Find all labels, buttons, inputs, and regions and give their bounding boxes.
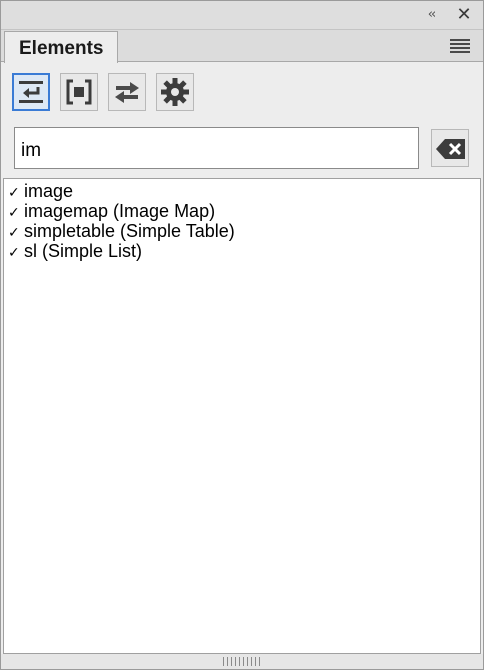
clear-search-button[interactable] — [431, 129, 469, 167]
results-list: ✓ image ✓ imagemap (Image Map) ✓ simpletabl… — [3, 178, 481, 654]
list-item-label: sl (Simple List) — [24, 241, 143, 261]
list-item[interactable]: ✓ imagemap (Image Map) — [8, 201, 215, 221]
tab-elements-label: Elements — [19, 38, 104, 59]
grip-lines-icon — [223, 657, 263, 666]
checkmark-icon: ✓ — [8, 205, 20, 221]
settings-gear-icon — [161, 78, 189, 106]
swap-element-button[interactable] — [108, 73, 146, 111]
elements-panel: ‹‹ ✕ Elements im ✓ image ✓ imagemap (Ima… — [0, 0, 484, 670]
close-icon[interactable]: ✕ — [455, 6, 473, 24]
checkmark-icon: ✓ — [8, 185, 20, 201]
checkmark-icon: ✓ — [8, 225, 20, 241]
checkmark-icon: ✓ — [8, 245, 20, 261]
panel-title-bar: ‹‹ ✕ — [1, 1, 483, 30]
collapse-panel-icon[interactable]: ‹‹ — [421, 7, 441, 23]
insert-element-icon — [19, 81, 43, 103]
list-item-label: image — [24, 181, 74, 201]
swap-element-icon — [115, 82, 139, 103]
panel-tab-row: Elements — [1, 30, 483, 63]
list-item[interactable]: ✓ simpletable (Simple Table) — [8, 221, 235, 241]
wrap-element-button[interactable] — [60, 73, 98, 111]
settings-button[interactable] — [156, 73, 194, 111]
list-item[interactable]: ✓ sl (Simple List) — [8, 241, 142, 261]
list-item-label: simpletable (Simple Table) — [24, 221, 235, 241]
list-item-label: imagemap (Image Map) — [24, 201, 216, 221]
hamburger-menu-icon[interactable] — [450, 39, 470, 53]
resize-grip[interactable] — [1, 654, 483, 669]
search-input[interactable] — [14, 127, 419, 169]
list-item[interactable]: ✓ image — [8, 181, 73, 201]
tab-elements[interactable]: Elements — [4, 31, 118, 63]
clear-backspace-icon — [436, 139, 465, 159]
insert-element-button[interactable] — [12, 73, 50, 111]
wrap-element-icon — [66, 79, 92, 105]
